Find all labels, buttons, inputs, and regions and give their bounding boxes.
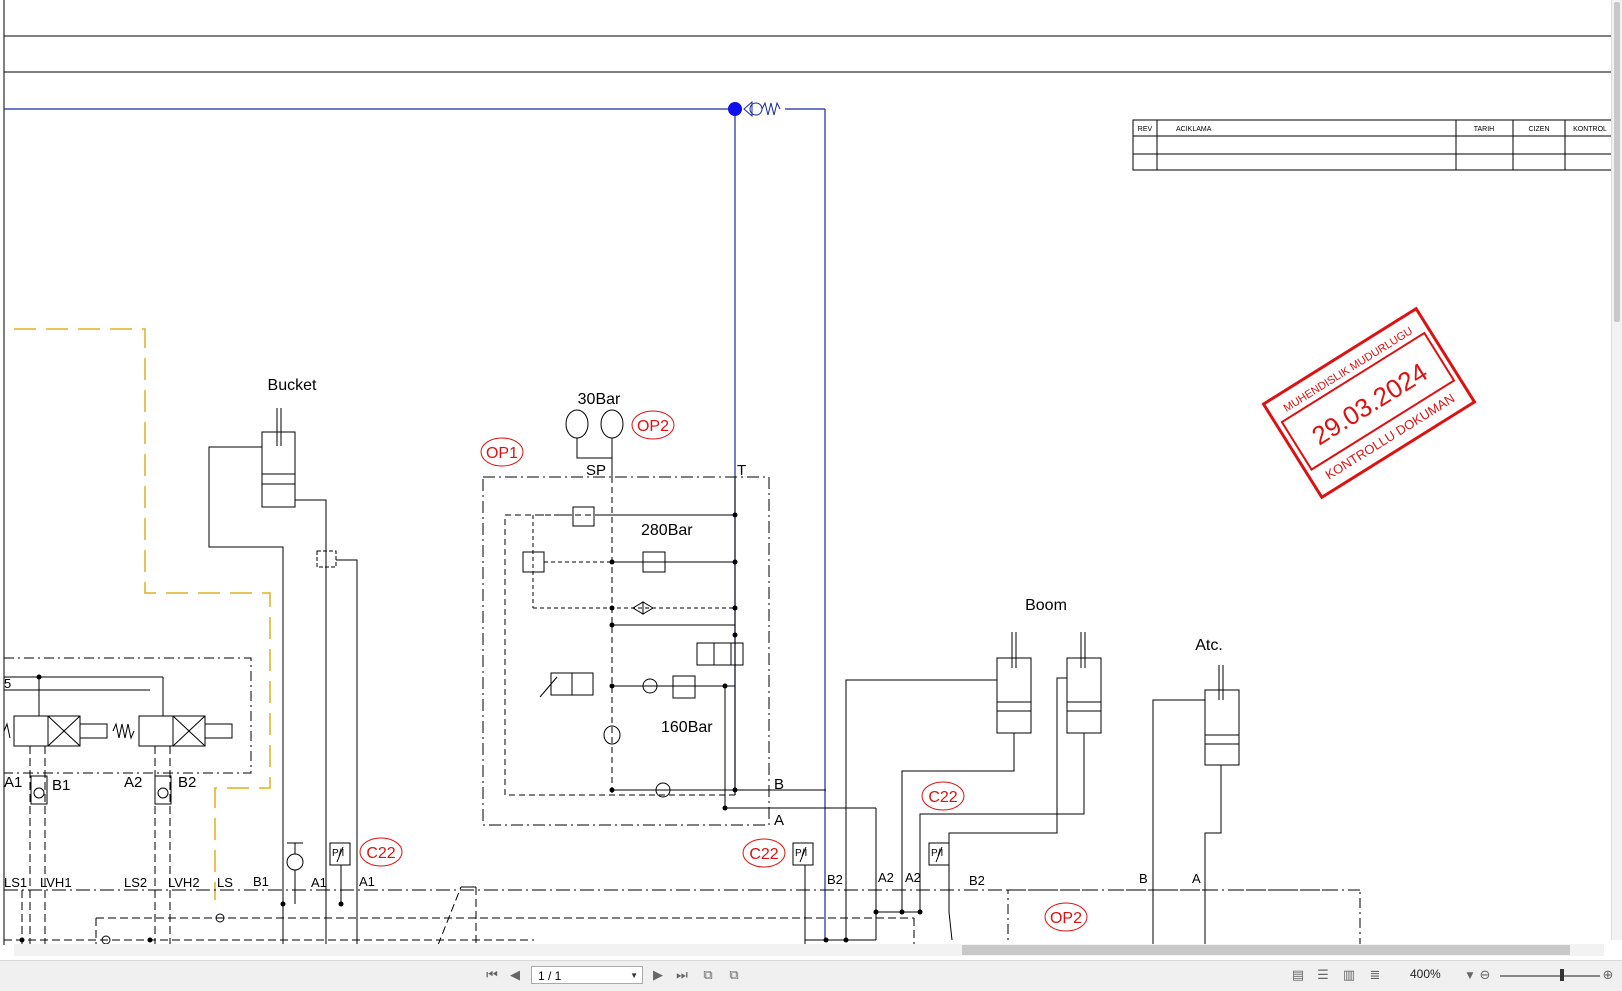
chevron-down-icon: ▼ (630, 971, 638, 980)
cizen-header: CIZEN (1529, 126, 1550, 133)
accumulator-pressure-label: 30Bar (578, 391, 621, 408)
go-forward-icon[interactable]: ⧉ (724, 966, 744, 986)
callout-op2: OP2 (631, 410, 675, 440)
schematic-canvas: REV ACIKLAMA TARIH CIZEN KONTROL 5 A1 B1… (3, 0, 1616, 951)
zoom-in-icon[interactable]: ⊕ (1598, 966, 1618, 986)
port-a: A (774, 812, 784, 829)
bus-a2: A2 (878, 870, 894, 885)
junction (36, 674, 42, 680)
tarih-header: TARIH (1474, 126, 1494, 133)
yellow-dashed-frame (14, 328, 271, 900)
bus-a: A (1192, 871, 1201, 886)
port-sp: SP (586, 462, 606, 479)
relief-160-label: 160Bar (661, 719, 713, 736)
port-a2: A2 (124, 774, 142, 791)
pi-label: P/I (332, 848, 344, 859)
boom-label: Boom (1025, 597, 1067, 614)
pilot-line (4, 108, 826, 940)
callout-op2-lower: OP2 (1044, 902, 1088, 932)
bus-lvh1: LVH1 (40, 875, 72, 890)
atc-cylinder (1152, 665, 1240, 945)
check-valve-icon (743, 100, 781, 118)
page-selector[interactable]: 1 / 1 ▼ (531, 966, 643, 984)
atc-label: Atc. (1195, 637, 1223, 654)
svg-text:29.03.2024: 29.03.2024 (1306, 357, 1432, 451)
pi-label: P/I (795, 848, 807, 859)
control-block-joints (609, 512, 738, 811)
callout-c22: C22 (359, 837, 403, 867)
continuous-page-icon[interactable]: ☰ (1313, 966, 1333, 986)
port-a1: A1 (4, 774, 22, 791)
svg-text:OP2: OP2 (1050, 910, 1082, 927)
zoom-out-icon[interactable]: ⊖ (1475, 966, 1495, 986)
svg-text:C22: C22 (366, 845, 395, 862)
vertical-scrollbar[interactable] (1611, 0, 1622, 940)
svg-text:OP2: OP2 (637, 418, 669, 435)
next-page-icon[interactable]: ▶ (648, 966, 668, 986)
bus-ls2: LS2 (124, 875, 147, 890)
bus-a1-right: A1 (359, 874, 375, 889)
port-b: B (774, 776, 784, 793)
bus-lvh2: LVH2 (168, 875, 200, 890)
bus-b: B (1139, 871, 1148, 886)
callout-c22: C22 (921, 781, 965, 811)
svg-text:C22: C22 (928, 789, 957, 806)
zoom-level[interactable]: 400% (1410, 967, 1441, 981)
port-t: T (737, 462, 746, 479)
port-5: 5 (4, 676, 11, 691)
bus-joints (19, 901, 849, 943)
bus-b1: B1 (253, 874, 269, 889)
viewer-toolbar: ⏮ ◀ 1 / 1 ▼ ▶ ⏭ ⧉ ⧉ ▤ ☰ ▥ ≣ 400% ▼ ⊖ ⊕ (0, 960, 1622, 991)
first-page-icon[interactable]: ⏮ (482, 966, 502, 986)
single-page-icon[interactable]: ▤ (1288, 966, 1308, 986)
bus-a2-right: A2 (905, 870, 921, 885)
bucket-cylinder (208, 408, 358, 945)
port-b2: B2 (178, 774, 196, 791)
check-valve-icon (286, 842, 304, 904)
kontrol-header: KONTROL (1573, 126, 1607, 133)
last-page-icon[interactable]: ⏭ (672, 966, 692, 986)
control-block-outputs (724, 686, 877, 940)
bottom-bus (4, 865, 1360, 946)
boom-cylinders (845, 632, 1102, 941)
zoom-slider[interactable] (1500, 975, 1600, 977)
zoom-slider-thumb[interactable] (1560, 969, 1564, 981)
callout-c22: C22 (742, 838, 786, 868)
bus-ls1: LS1 (4, 875, 27, 890)
aciklama-header: ACIKLAMA (1176, 126, 1212, 133)
svg-text:C22: C22 (749, 846, 778, 863)
bus-a1: A1 (311, 875, 327, 890)
prev-page-icon[interactable]: ◀ (505, 966, 525, 986)
approval-stamp: MUHENDISLIK MUDURLUGU 29.03.2024 KONTROL… (1261, 306, 1477, 500)
scroll-thumb[interactable] (1614, 2, 1620, 322)
two-page-continuous-icon[interactable]: ≣ (1365, 966, 1385, 986)
pilot-node (728, 102, 742, 116)
callout-op1: OP1 (480, 437, 524, 467)
left-valve-group (3, 657, 252, 945)
svg-text:OP1: OP1 (486, 445, 518, 462)
page-indicator: 1 / 1 (538, 969, 562, 983)
scroll-thumb[interactable] (962, 945, 1570, 955)
control-block (482, 409, 770, 826)
relief-280-label: 280Bar (641, 522, 693, 539)
port-b1: B1 (52, 777, 70, 794)
bus-b2-right: B2 (969, 873, 985, 888)
bus-ls: LS (217, 875, 233, 890)
go-back-icon[interactable]: ⧉ (698, 966, 718, 986)
horizontal-scrollbar[interactable] (14, 944, 1604, 956)
bucket-label: Bucket (268, 377, 317, 394)
rev-header: REV (1138, 126, 1153, 133)
two-page-icon[interactable]: ▥ (1339, 966, 1359, 986)
pi-label: P/I (931, 848, 943, 859)
bus-b2: B2 (827, 872, 843, 887)
